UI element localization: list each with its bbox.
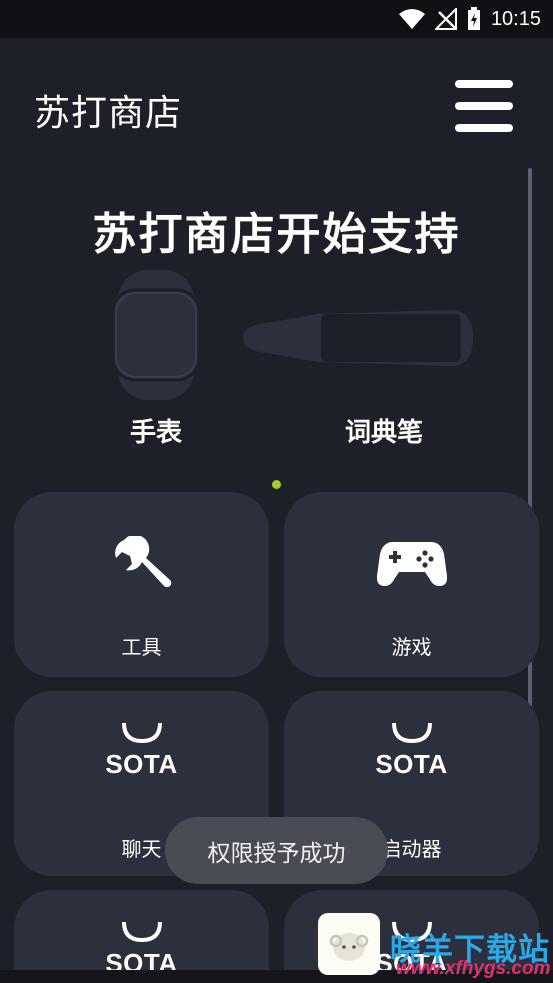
device-label-dictionary-pen: 词典笔 (344, 418, 423, 448)
app-title: 苏打商店 (34, 93, 183, 134)
sota-logo-icon (121, 921, 162, 942)
banner-title: 苏打商店开始支持 (92, 209, 461, 260)
device-label-watch: 手表 (129, 418, 182, 448)
sota-brand-text: SOTA (105, 749, 178, 779)
watermark-logo (318, 913, 380, 975)
carousel-indicator-dot (272, 480, 281, 489)
category-card-games[interactable]: 游戏 (284, 492, 539, 677)
status-time: 10:15 (490, 7, 541, 30)
gamepad-icon (376, 542, 447, 586)
wifi-icon (398, 9, 425, 29)
watch-icon (111, 270, 201, 400)
category-label: 游戏 (391, 635, 432, 659)
wrench-icon (114, 536, 171, 588)
watermark-url: www.xfhygs.com (396, 958, 551, 979)
sota-logo-icon (121, 722, 162, 743)
dictionary-pen-icon (243, 310, 473, 366)
battery-charging-icon (467, 7, 480, 30)
status-bar: 10:15 (0, 0, 553, 38)
category-card-tools[interactable]: 工具 (14, 492, 269, 677)
toast-message: 权限授予成功 (165, 817, 388, 884)
category-label: 工具 (121, 635, 162, 659)
sota-logo-icon (391, 722, 432, 743)
sota-brand-text: SOTA (375, 749, 448, 779)
sheep-icon (329, 933, 369, 961)
no-signal-icon (434, 8, 457, 30)
menu-icon-bar (455, 102, 513, 110)
menu-icon-bar (455, 124, 513, 132)
menu-icon-bar (455, 80, 513, 88)
menu-button[interactable] (455, 80, 515, 132)
